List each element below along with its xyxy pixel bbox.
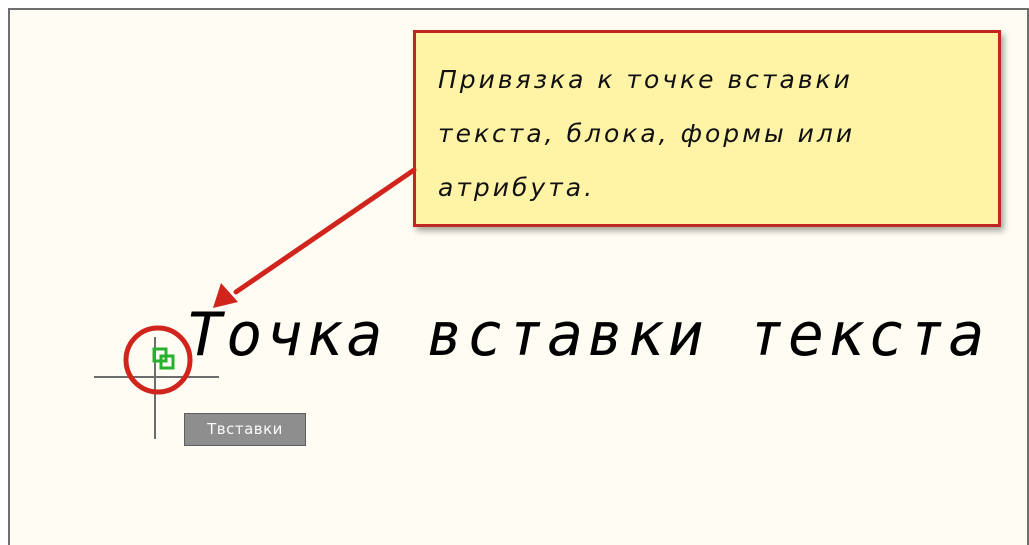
drawing-canvas[interactable]: Точка вставки текста Твставки Привязка к…	[8, 8, 1029, 545]
annotation-overlay	[123, 167, 417, 395]
pointer-arrow-icon	[213, 167, 417, 308]
highlight-circle-icon	[123, 325, 193, 395]
